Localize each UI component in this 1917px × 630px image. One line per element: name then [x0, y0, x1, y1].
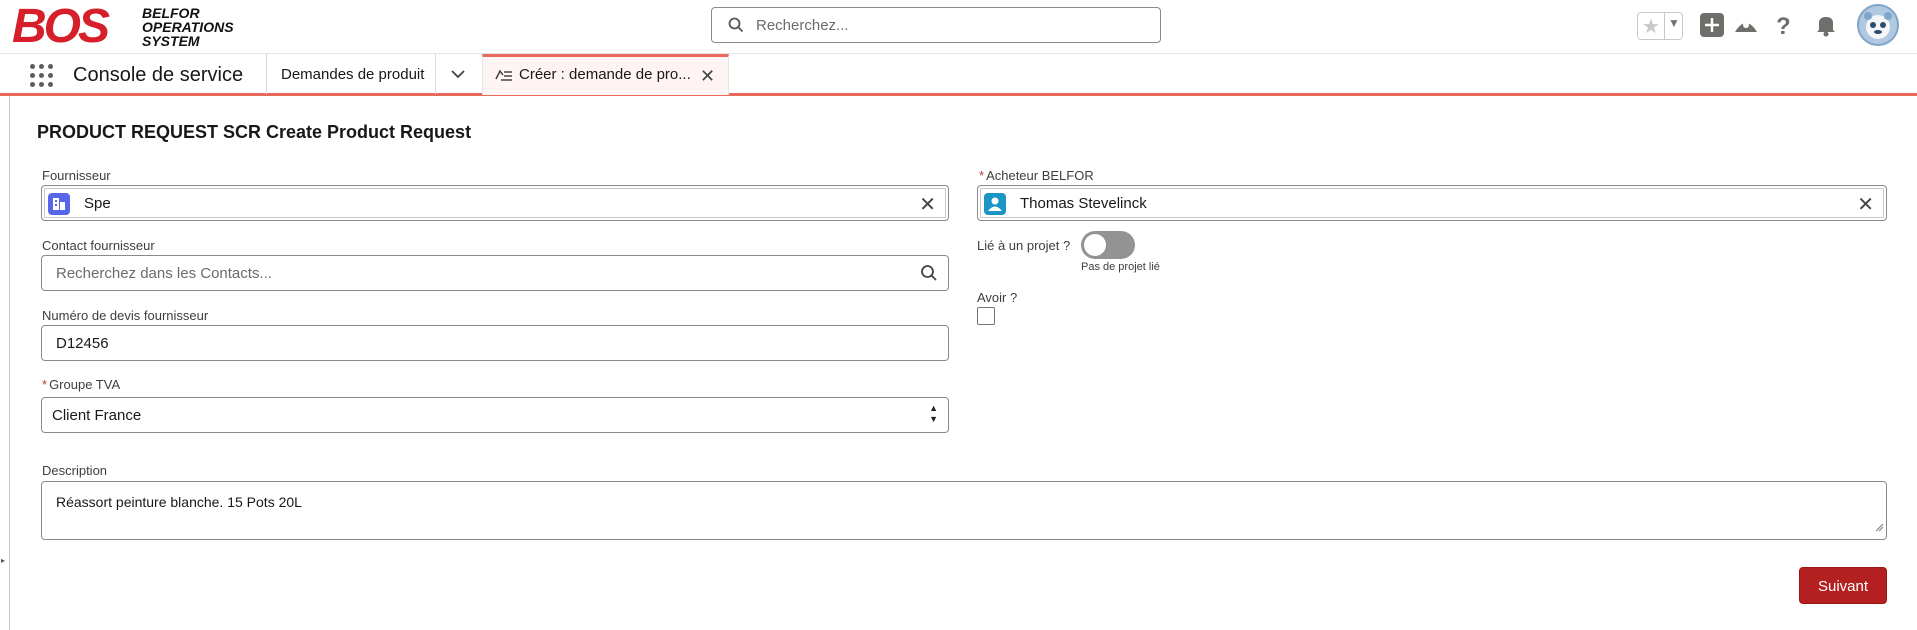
- supplier-contact-placeholder: Recherchez dans les Contacts...: [56, 265, 272, 282]
- chevron-right-icon[interactable]: ▸: [1, 556, 5, 565]
- bell-icon[interactable]: [1813, 12, 1841, 40]
- close-icon[interactable]: ✕: [1857, 192, 1874, 217]
- quote-number-label: Numéro de devis fournisseur: [42, 308, 209, 323]
- tab-create-product-request[interactable]: Créer : demande de pro... ✕: [482, 54, 729, 95]
- supplier-label: Fournisseur: [42, 168, 111, 183]
- buyer-value: Thomas Stevelinck: [1020, 195, 1147, 212]
- star-icon: ★: [1642, 16, 1660, 38]
- credit-note-label: Avoir ?: [977, 290, 1018, 305]
- search-placeholder: Recherchez...: [756, 17, 849, 34]
- linked-project-hint: Pas de projet lié: [1081, 261, 1160, 273]
- vat-group-label: * Groupe TVA: [42, 377, 121, 392]
- chevron-down-icon[interactable]: [448, 64, 468, 89]
- tab-label: Créer : demande de pro...: [519, 66, 691, 83]
- search-icon: [920, 264, 938, 287]
- svg-text:?: ?: [1776, 13, 1791, 38]
- buyer-lookup[interactable]: Thomas Stevelinck ✕: [977, 185, 1887, 221]
- close-icon[interactable]: ✕: [700, 66, 715, 87]
- description-label: Description: [42, 463, 108, 478]
- vat-group-value: Client France: [52, 407, 142, 424]
- linked-project-toggle[interactable]: [1081, 231, 1135, 259]
- help-icon[interactable]: ?: [1770, 12, 1798, 40]
- vat-group-select[interactable]: Client France ▲ ▼: [41, 397, 949, 433]
- quote-number-value: D12456: [56, 335, 109, 352]
- quote-number-input[interactable]: D12456: [41, 325, 949, 361]
- contact-icon: [984, 193, 1006, 215]
- trailhead-icon[interactable]: [1733, 12, 1761, 40]
- avatar[interactable]: [1857, 4, 1899, 46]
- buyer-label: * Acheteur BELFOR: [979, 168, 1094, 183]
- logo-mark: BOS: [12, 0, 110, 53]
- tab-product-requests[interactable]: Demandes de produit: [281, 66, 424, 83]
- supplier-lookup[interactable]: Spe ✕: [41, 185, 949, 221]
- app-logo[interactable]: BOS BELFOR OPERATIONS SYSTEM: [12, 0, 242, 53]
- supplier-contact-input[interactable]: Recherchez dans les Contacts...: [41, 255, 949, 291]
- product-request-icon: [495, 67, 513, 88]
- description-value: Réassort peinture blanche. 15 Pots 20L: [56, 494, 302, 510]
- global-search[interactable]: Recherchez...: [711, 7, 1161, 43]
- utility-rail: ▸: [0, 96, 10, 630]
- resize-handle-icon[interactable]: [1874, 519, 1884, 537]
- supplier-value: Spe: [84, 195, 111, 212]
- page-title: PRODUCT REQUEST SCR Create Product Reque…: [37, 122, 472, 142]
- search-icon: [728, 17, 744, 38]
- logo-text: BELFOR OPERATIONS SYSTEM: [142, 5, 234, 49]
- chevron-down-icon[interactable]: ▼: [1668, 16, 1680, 30]
- app-launcher-icon[interactable]: [30, 64, 54, 88]
- plus-icon[interactable]: [1699, 12, 1727, 40]
- account-icon: [48, 193, 70, 215]
- description-textarea[interactable]: Réassort peinture blanche. 15 Pots 20L: [41, 481, 1887, 540]
- favorites-button[interactable]: ★ ▼: [1637, 12, 1683, 40]
- close-icon[interactable]: ✕: [919, 192, 936, 217]
- credit-note-checkbox[interactable]: [977, 307, 995, 325]
- global-header: BOS BELFOR OPERATIONS SYSTEM Recherchez.…: [0, 0, 1917, 52]
- linked-project-label: Lié à un projet ?: [977, 238, 1071, 253]
- next-button[interactable]: Suivant: [1799, 567, 1887, 604]
- app-name: Console de service: [73, 64, 244, 86]
- app-navigation: Console de service Demandes de produit C…: [0, 53, 1917, 96]
- select-arrows-icon: ▲ ▼: [929, 403, 938, 424]
- supplier-contact-label: Contact fournisseur: [42, 238, 155, 253]
